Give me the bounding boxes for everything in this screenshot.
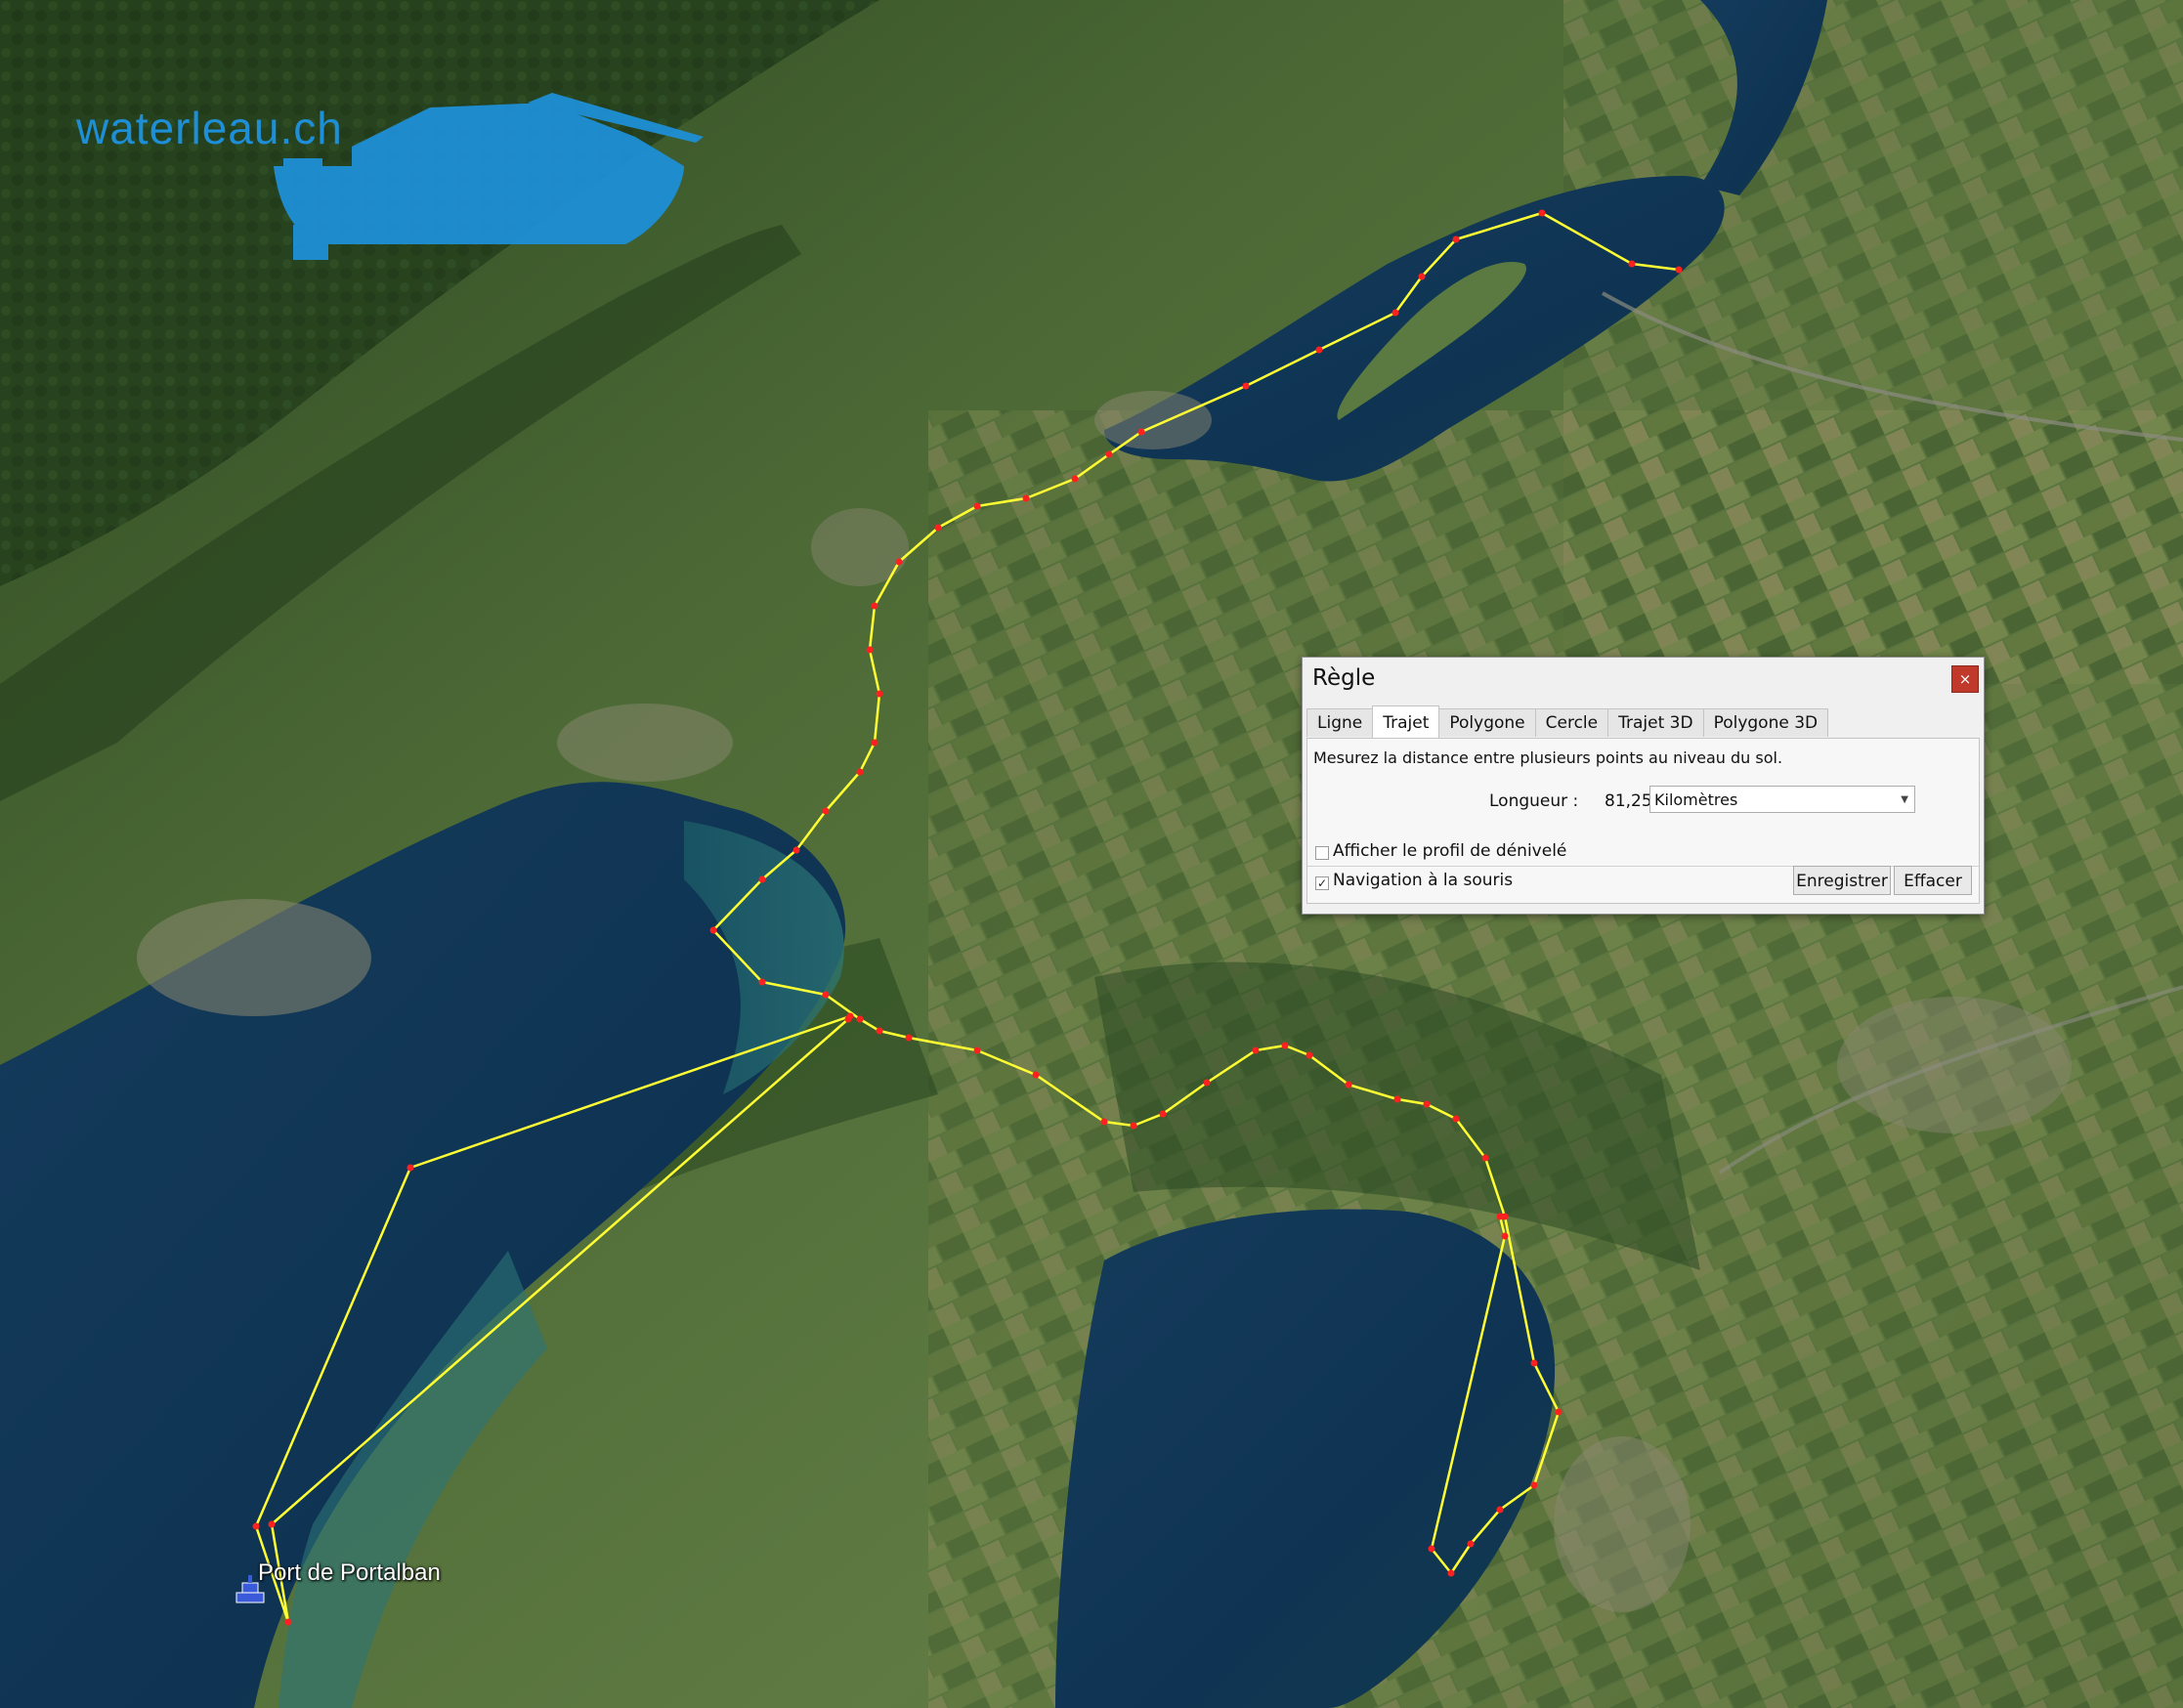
tab-polygone[interactable]: Polygone xyxy=(1438,708,1536,737)
route-vertex[interactable] xyxy=(973,502,981,510)
save-button[interactable]: Enregistrer xyxy=(1793,866,1891,895)
mouse-navigation-label[interactable]: Navigation à la souris xyxy=(1333,871,1513,890)
route-vertex[interactable] xyxy=(973,1046,981,1054)
route-vertex[interactable] xyxy=(1137,428,1145,436)
route-vertex[interactable] xyxy=(1345,1081,1352,1089)
route-vertex[interactable] xyxy=(934,524,942,532)
route-vertex[interactable] xyxy=(1538,209,1546,217)
route-vertex[interactable] xyxy=(1496,1506,1504,1514)
unit-selected-value: Kilomètres xyxy=(1654,790,1738,809)
route-vertex[interactable] xyxy=(1242,382,1250,390)
route-vertex[interactable] xyxy=(1105,450,1113,458)
route-vertex[interactable] xyxy=(1428,1545,1435,1553)
measure-description: Mesurez la distance entre plusieurs poin… xyxy=(1313,748,1783,767)
route-vertex[interactable] xyxy=(1393,1095,1401,1103)
route-vertex[interactable] xyxy=(1315,346,1323,354)
tab-trajet[interactable]: Trajet xyxy=(1372,705,1440,738)
route-vertex[interactable] xyxy=(1418,273,1426,280)
route-vertex[interactable] xyxy=(1071,475,1079,483)
route-vertex[interactable] xyxy=(1252,1046,1260,1054)
route-vertex[interactable] xyxy=(876,1027,883,1035)
trajet-panel: Mesurez la distance entre plusieurs poin… xyxy=(1306,738,1980,904)
tab-polygone-3d[interactable]: Polygone 3D xyxy=(1702,708,1829,737)
brand-watermark: waterleau.ch xyxy=(76,103,343,153)
close-button[interactable]: × xyxy=(1951,665,1979,693)
route-vertex[interactable] xyxy=(1530,1481,1538,1489)
length-value: 81,25 xyxy=(1605,791,1652,811)
ruler-tabs: Ligne Trajet Polygone Cercle Trajet 3D P… xyxy=(1306,705,1829,738)
route-vertex[interactable] xyxy=(856,768,864,776)
route-vertex[interactable] xyxy=(1032,1071,1040,1079)
tab-ligne[interactable]: Ligne xyxy=(1306,708,1374,737)
ruler-dialog: Règle × Ligne Trajet Polygone Cercle Tra… xyxy=(1302,657,1985,915)
route-vertex[interactable] xyxy=(1675,266,1683,274)
route-vertex[interactable] xyxy=(1501,1232,1509,1240)
place-label-port-de-portalban[interactable]: Port de Portalban xyxy=(258,1559,441,1587)
route-vertex[interactable] xyxy=(1530,1359,1538,1367)
route-vertex[interactable] xyxy=(1452,1115,1460,1123)
route-vertex[interactable] xyxy=(709,926,717,934)
route-vertex[interactable] xyxy=(1130,1122,1137,1130)
elevation-profile-checkbox[interactable] xyxy=(1315,846,1329,860)
route-vertex[interactable] xyxy=(758,875,766,883)
mouse-navigation-checkbox[interactable]: ✓ xyxy=(1315,876,1329,890)
route-vertex[interactable] xyxy=(284,1618,292,1626)
tab-cercle[interactable]: Cercle xyxy=(1534,708,1609,737)
route-vertex[interactable] xyxy=(876,690,883,698)
elevation-profile-label[interactable]: Afficher le profil de dénivelé xyxy=(1333,841,1566,861)
route-vertex[interactable] xyxy=(866,646,874,654)
route-vertex[interactable] xyxy=(252,1522,260,1530)
route-vertex[interactable] xyxy=(822,991,830,999)
route-vertex[interactable] xyxy=(1447,1569,1455,1577)
route-vertex[interactable] xyxy=(1452,235,1460,243)
clear-button[interactable]: Effacer xyxy=(1894,866,1972,895)
route-vertex[interactable] xyxy=(268,1520,276,1528)
length-label: Longueur : xyxy=(1489,791,1579,811)
route-vertex[interactable] xyxy=(1391,309,1399,317)
route-vertex[interactable] xyxy=(1306,1051,1313,1059)
route-vertex[interactable] xyxy=(1100,1118,1108,1126)
route-vertex[interactable] xyxy=(1555,1408,1562,1416)
chevron-down-icon: ▼ xyxy=(1901,794,1908,805)
route-vertex[interactable] xyxy=(1628,260,1636,268)
tab-trajet-3d[interactable]: Trajet 3D xyxy=(1607,708,1704,737)
route-vertex[interactable] xyxy=(407,1164,414,1172)
route-vertex[interactable] xyxy=(856,1015,864,1023)
route-vertex[interactable] xyxy=(871,602,878,610)
route-vertex[interactable] xyxy=(1022,494,1030,502)
route-vertex[interactable] xyxy=(758,978,766,986)
dialog-title: Règle xyxy=(1312,665,1376,691)
route-vertex[interactable] xyxy=(1159,1110,1167,1118)
route-vertex[interactable] xyxy=(905,1034,913,1042)
route-vertex[interactable] xyxy=(822,807,830,815)
route-vertex[interactable] xyxy=(1496,1213,1504,1220)
route-vertex[interactable] xyxy=(1203,1079,1211,1087)
route-vertex[interactable] xyxy=(895,558,903,566)
route-vertex[interactable] xyxy=(871,739,878,747)
route-vertex[interactable] xyxy=(844,1015,852,1023)
route-vertex[interactable] xyxy=(1423,1100,1431,1108)
route-vertex[interactable] xyxy=(1481,1154,1489,1162)
route-vertex[interactable] xyxy=(1467,1540,1475,1548)
route-vertex[interactable] xyxy=(1281,1042,1289,1049)
unit-select[interactable]: Kilomètres ▼ xyxy=(1649,786,1915,813)
route-vertex[interactable] xyxy=(792,846,800,854)
